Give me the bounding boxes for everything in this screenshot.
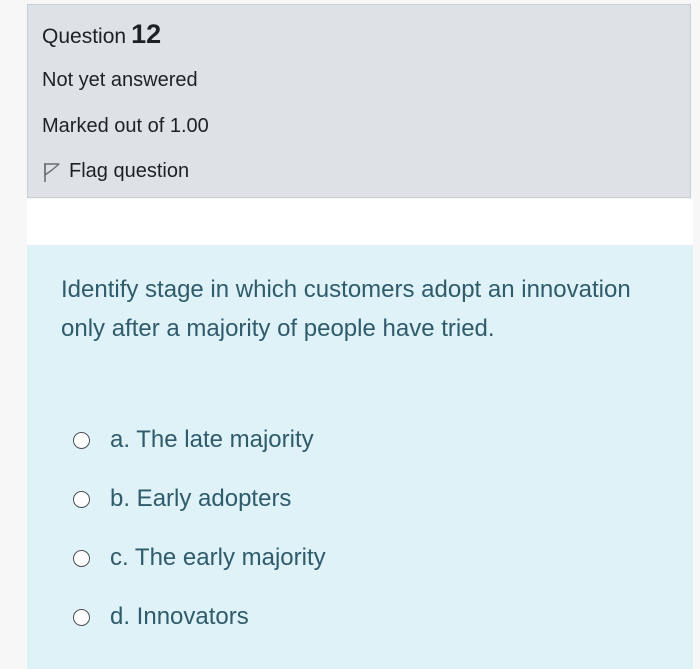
answer-label: a. The late majority: [110, 426, 314, 453]
flag-icon: [42, 161, 62, 183]
answer-option-d[interactable]: d. Innovators: [73, 597, 326, 637]
question-content: Identify stage in which customers adopt …: [27, 245, 693, 669]
question-state: Not yet answered: [42, 69, 198, 91]
radio-unchecked-icon[interactable]: [73, 549, 90, 567]
answer-label: c. The early majority: [110, 544, 326, 571]
question-heading: Question 12: [42, 19, 161, 50]
quiz-page: Question 12 Not yet answered Marked out o…: [0, 0, 700, 669]
answer-option-b[interactable]: b. Early adopters: [73, 479, 326, 519]
answer-option-a[interactable]: a. The late majority: [73, 420, 326, 460]
radio-unchecked-icon[interactable]: [73, 490, 90, 508]
question-grade: Marked out of 1.00: [42, 115, 209, 137]
answer-option-c[interactable]: c. The early majority: [73, 538, 326, 578]
question-number: 12: [131, 19, 162, 49]
question-text: Identify stage in which customers adopt …: [61, 276, 631, 342]
radio-unchecked-icon[interactable]: [73, 608, 90, 626]
question-info-panel: Question 12 Not yet answered Marked out o…: [27, 4, 691, 198]
flag-question-link[interactable]: Flag question: [42, 160, 189, 183]
flag-question-label: Flag question: [69, 160, 190, 182]
spacer: [27, 199, 693, 245]
answer-label: d. Innovators: [110, 603, 249, 630]
answer-list: a. The late majority b. Early adopters c…: [73, 420, 326, 656]
question-label: Question: [42, 25, 127, 48]
radio-unchecked-icon[interactable]: [73, 431, 90, 449]
answer-label: b. Early adopters: [110, 485, 292, 512]
